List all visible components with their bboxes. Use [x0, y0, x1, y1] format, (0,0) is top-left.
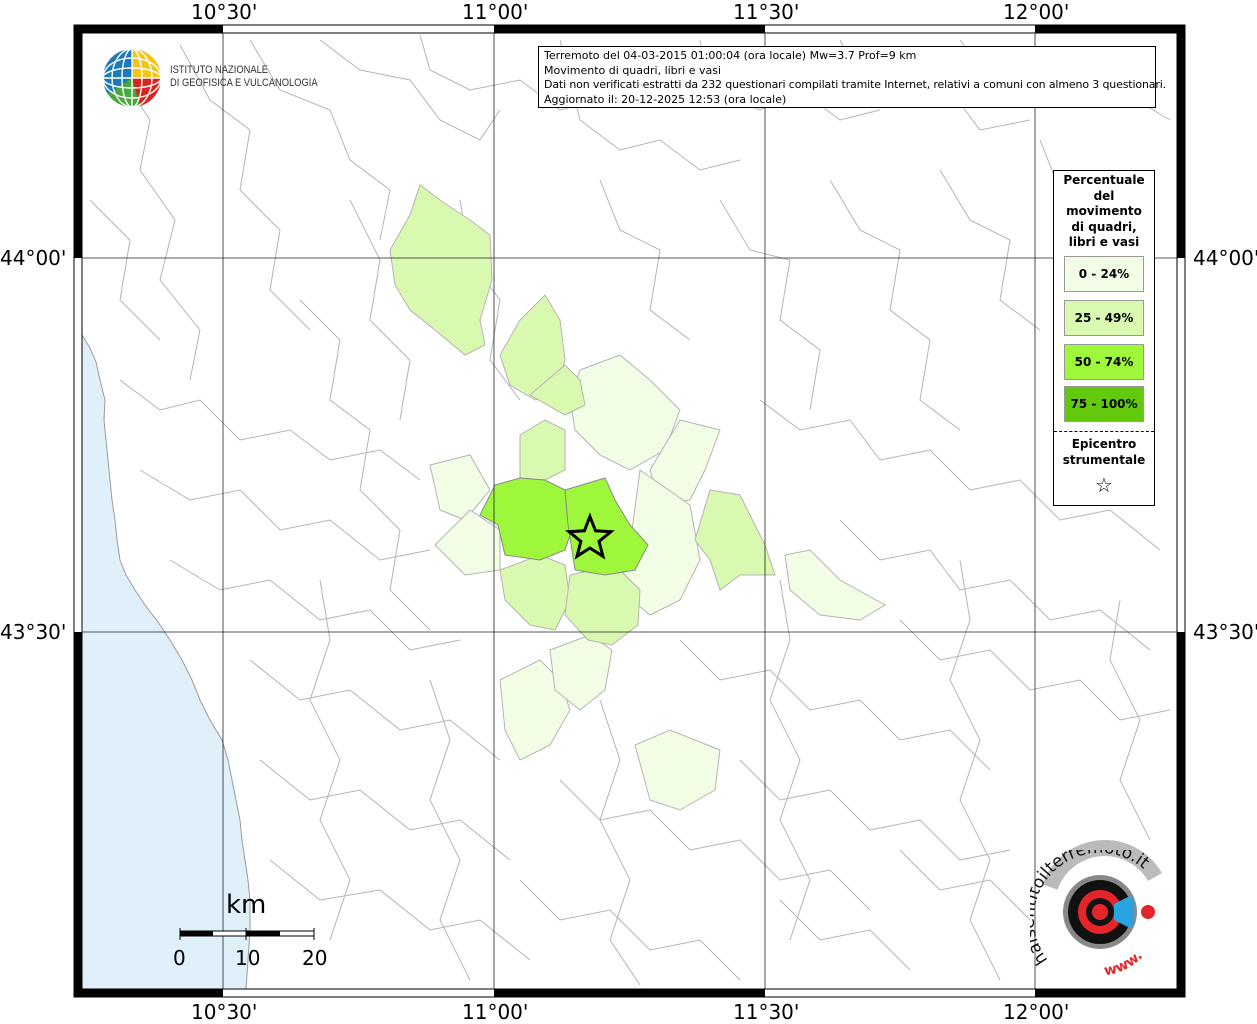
event-info-box: Terremoto del 04-03-2015 01:00:04 (ora l…: [538, 46, 1166, 108]
event-info-line-1: Terremoto del 04-03-2015 01:00:04 (ora l…: [544, 49, 917, 62]
legend-swatch-label: 50 - 74%: [1074, 355, 1134, 369]
legend-title: Percentuale del movimento di quadri, lib…: [1054, 171, 1154, 253]
legend-divider: [1054, 431, 1154, 432]
legend-swatch-50-74: 50 - 74%: [1064, 344, 1144, 380]
legend-title-line: Percentuale: [1063, 173, 1145, 187]
hsit-logo-text: haisentitoilterremoto.it www.: [1030, 850, 1153, 979]
axis-bottom-label-2: 11°00': [462, 1000, 529, 1024]
scale-unit: km: [226, 890, 267, 920]
legend-swatch-75-100: 75 - 100%: [1064, 386, 1144, 422]
legend-swatch-label: 25 - 49%: [1074, 311, 1134, 325]
legend-epicenter-line: Epicentro: [1071, 437, 1137, 451]
axis-bottom-label-1: 10°30': [191, 1000, 258, 1024]
event-info-line-4: Aggiornato il: 20-12-2025 12:53 (ora loc…: [544, 92, 787, 106]
axis-left-label-1: 44°00': [0, 246, 67, 270]
event-info-line-3: Dati non verificati estratti da 232 ques…: [544, 78, 1166, 91]
scale-label-0: 0: [173, 946, 186, 970]
scale-label-20: 20: [302, 946, 328, 970]
axis-top-label-4: 12°00': [1003, 0, 1070, 24]
axis-top-label-3: 11°30': [733, 0, 800, 24]
scale-label-10: 10: [235, 946, 261, 970]
axis-bottom-label-4: 12°00': [1003, 1000, 1070, 1024]
hsit-logo-www: www.: [1103, 948, 1146, 979]
legend-swatch-label: 75 - 100%: [1070, 397, 1138, 411]
legend: Percentuale del movimento di quadri, lib…: [1053, 170, 1155, 506]
legend-star-icon: ☆: [1095, 473, 1113, 497]
legend-title-line: movimento: [1066, 204, 1142, 218]
land-area: [82, 33, 1177, 989]
ingv-name-line-2: DI GEOFISICA E VULCANOLOGIA: [170, 77, 318, 89]
legend-swatch-label: 0 - 24%: [1078, 267, 1130, 281]
ingv-name-line-1: ISTITUTO NAZIONALE: [170, 64, 269, 76]
ingv-name: ISTITUTO NAZIONALE DI GEOFISICA E VULCAN…: [170, 64, 318, 90]
event-info-line-2: Movimento di quadri, libri e vasi: [544, 63, 722, 77]
axis-right-label-2: 43°30': [1193, 620, 1257, 644]
ingv-globe-icon: [102, 48, 162, 108]
axis-bottom-label-3: 11°30': [733, 1000, 800, 1024]
axis-left-label-2: 43°30': [0, 620, 67, 644]
legend-title-line: di quadri,: [1071, 219, 1137, 234]
legend-epicenter-label: Epicentro strumentale: [1054, 436, 1154, 468]
legend-title-line: del: [1093, 188, 1115, 203]
legend-title-line: libri e vasi: [1068, 235, 1140, 249]
axis-top-label-1: 10°30': [191, 0, 258, 24]
axis-top-label-2: 11°00': [462, 0, 529, 24]
hsit-logo-www-path: www.: [1103, 948, 1146, 979]
legend-swatch-25-49: 25 - 49%: [1064, 300, 1144, 336]
legend-epicenter-line: strumentale: [1062, 453, 1146, 467]
axis-right-label-1: 44°00': [1193, 246, 1257, 270]
legend-swatch-0-24: 0 - 24%: [1064, 256, 1144, 292]
